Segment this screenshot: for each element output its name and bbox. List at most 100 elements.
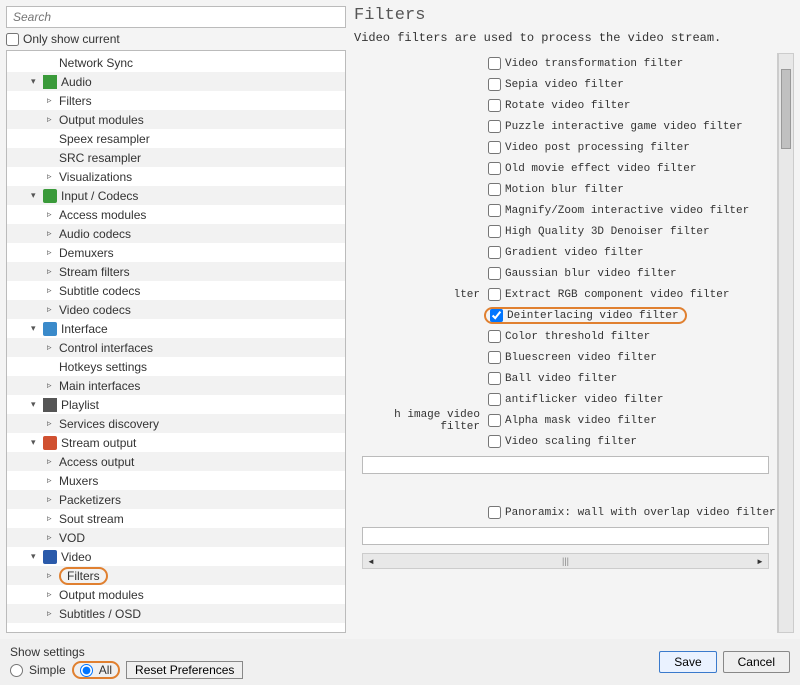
tree-item[interactable]: ▹Sout stream [7, 509, 345, 528]
tree-item-label: Audio [61, 75, 92, 89]
filter-row: Rotate video filter [354, 95, 777, 116]
filter-checkbox[interactable] [488, 78, 501, 91]
tree-item[interactable]: ▾Input / Codecs [7, 186, 345, 205]
tree-item[interactable]: ▹Control interfaces [7, 338, 345, 357]
tree-item-label: Visualizations [59, 170, 132, 184]
tree-item-label: Packetizers [59, 493, 121, 507]
tree-item[interactable]: Network Sync [7, 53, 345, 72]
horizontal-scrollbar[interactable]: ◄|||► [362, 553, 769, 569]
tree-item[interactable]: ▹Audio codecs [7, 224, 345, 243]
tree-item[interactable]: ▹Output modules [7, 110, 345, 129]
filter-checkbox[interactable] [488, 351, 501, 364]
filter-checkbox[interactable] [488, 57, 501, 70]
tree-item[interactable]: ▹VOD [7, 528, 345, 547]
filter-checkbox[interactable] [490, 309, 503, 322]
filter-text-input[interactable] [362, 456, 769, 474]
filter-checkbox[interactable] [488, 414, 501, 427]
tree-item[interactable]: ▹Access output [7, 452, 345, 471]
tree-item[interactable]: ▹Filters [7, 91, 345, 110]
filter-list[interactable]: Video transformation filter Sepia video f… [354, 53, 778, 633]
tree-item[interactable]: Hotkeys settings [7, 357, 345, 376]
filter-label: Video transformation filter [505, 58, 683, 70]
tree-item[interactable]: ▹Visualizations [7, 167, 345, 186]
tree-item-label: Demuxers [59, 246, 114, 260]
interface-icon [43, 322, 57, 336]
filter-checkbox[interactable] [488, 204, 501, 217]
filter-checkbox[interactable] [488, 435, 501, 448]
tree-item-label: VOD [59, 531, 85, 545]
tree-item-label: Filters [59, 94, 92, 108]
tree-item[interactable]: SRC resampler [7, 148, 345, 167]
filter-label: Panoramix: wall with overlap video filte… [505, 507, 776, 519]
filter-checkbox[interactable] [488, 246, 501, 259]
filter-checkbox[interactable] [488, 141, 501, 154]
radio-all[interactable]: All [80, 663, 112, 677]
search-input[interactable] [6, 6, 346, 28]
filter-checkbox[interactable] [488, 183, 501, 196]
tree-item[interactable]: ▹Demuxers [7, 243, 345, 262]
tree-item-label: Subtitles / OSD [59, 607, 141, 621]
tree-item[interactable]: ▾ Audio [7, 72, 345, 91]
filter-checkbox[interactable] [488, 99, 501, 112]
tree-item-label: Main interfaces [59, 379, 140, 393]
expand-icon: ▹ [47, 95, 57, 106]
vertical-scrollbar[interactable] [778, 53, 794, 633]
tree-item-label: Muxers [59, 474, 98, 488]
filter-checkbox[interactable] [488, 330, 501, 343]
radio-simple[interactable]: Simple [10, 663, 66, 677]
expand-icon: ▾ [31, 437, 41, 448]
expand-icon: ▹ [47, 209, 57, 220]
tree-item-label: Video codecs [59, 303, 131, 317]
filter-checkbox[interactable] [488, 288, 501, 301]
filter-label: Motion blur filter [505, 184, 624, 196]
filter-checkbox[interactable] [488, 506, 501, 519]
tree-item[interactable]: ▹Access modules [7, 205, 345, 224]
filter-row: lterExtract RGB component video filter [354, 284, 777, 305]
tree-item[interactable]: ▹Subtitles / OSD [7, 604, 345, 623]
filter-label: Extract RGB component video filter [505, 289, 729, 301]
playlist-icon [43, 398, 57, 412]
expand-icon: ▹ [47, 114, 57, 125]
filter-row: Magnify/Zoom interactive video filter [354, 200, 777, 221]
filter-row: Sepia video filter [354, 74, 777, 95]
tree-item[interactable]: ▹Subtitle codecs [7, 281, 345, 300]
filter-checkbox[interactable] [488, 372, 501, 385]
scroll-right-icon[interactable]: ► [754, 555, 766, 567]
reset-preferences-button[interactable]: Reset Preferences [126, 661, 243, 679]
tree-item[interactable]: ▹Packetizers [7, 490, 345, 509]
filter-checkbox[interactable] [488, 120, 501, 133]
filter-checkbox[interactable] [488, 225, 501, 238]
settings-tree[interactable]: Network Sync▾Audio▹Filters▹Output module… [6, 50, 346, 633]
filter-row: Color threshold filter [354, 326, 777, 347]
filter-checkbox[interactable] [488, 267, 501, 280]
tree-item[interactable]: ▹Filters [7, 566, 345, 585]
expand-icon: ▹ [47, 494, 57, 505]
filter-checkbox[interactable] [488, 393, 501, 406]
scroll-left-icon[interactable]: ◄ [365, 555, 377, 567]
tree-item-label: Access modules [59, 208, 146, 222]
save-button[interactable]: Save [659, 651, 716, 673]
expand-icon: ▹ [47, 380, 57, 391]
page-title: Filters [354, 6, 794, 25]
tree-item[interactable]: ▹Stream filters [7, 262, 345, 281]
tree-item[interactable]: Speex resampler [7, 129, 345, 148]
expand-icon: ▹ [47, 456, 57, 467]
tree-item-label: Services discovery [59, 417, 159, 431]
expand-icon: ▾ [31, 76, 41, 87]
filter-text-input[interactable] [362, 527, 769, 545]
tree-item[interactable]: ▾Interface [7, 319, 345, 338]
tree-item[interactable]: ▹Main interfaces [7, 376, 345, 395]
tree-item[interactable]: ▹Services discovery [7, 414, 345, 433]
expand-icon: ▾ [31, 190, 41, 201]
cancel-button[interactable]: Cancel [723, 651, 790, 673]
filter-checkbox[interactable] [488, 162, 501, 175]
only-show-current-checkbox[interactable]: Only show current [6, 32, 346, 46]
expand-icon: ▹ [47, 589, 57, 600]
tree-item-label: Output modules [59, 113, 144, 127]
tree-item[interactable]: ▹Output modules [7, 585, 345, 604]
tree-item[interactable]: ▾Stream output [7, 433, 345, 452]
tree-item[interactable]: ▹Video codecs [7, 300, 345, 319]
tree-item[interactable]: ▹Muxers [7, 471, 345, 490]
tree-item[interactable]: ▾Video [7, 547, 345, 566]
tree-item[interactable]: ▾Playlist [7, 395, 345, 414]
